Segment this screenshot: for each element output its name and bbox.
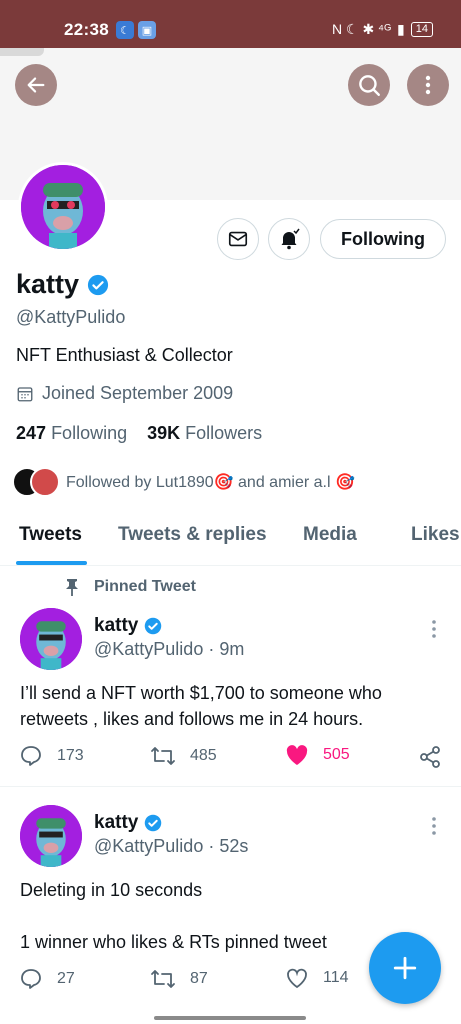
calendar-icon bbox=[17, 386, 33, 401]
banner-edge bbox=[0, 48, 44, 56]
ape-avatar-image bbox=[21, 165, 105, 249]
tweet-author-row: katty bbox=[94, 615, 162, 637]
back-button[interactable] bbox=[15, 64, 57, 106]
status-time: 22:38 bbox=[64, 20, 109, 39]
bell-icon bbox=[281, 228, 300, 250]
more-vertical-icon bbox=[425, 75, 431, 95]
status-bar: 22:38 ☾ ▣ N ☾ ✱ ⁴ᴳ ▮ 14 bbox=[0, 0, 461, 48]
verified-badge-icon bbox=[87, 274, 109, 295]
moon-status-icon: ☾ bbox=[116, 21, 134, 39]
profile-bio: NFT Enthusiast & Collector bbox=[16, 345, 233, 365]
followers-stat[interactable]: 39K Followers bbox=[147, 423, 262, 444]
system-status-icons: N ☾ ✱ ⁴ᴳ bbox=[332, 21, 392, 37]
profile-name: katty bbox=[16, 269, 80, 299]
reply-action[interactable]: 173 bbox=[19, 744, 84, 768]
tweet-text-line: Deleting in 10 seconds bbox=[20, 880, 203, 900]
tweet-avatar[interactable] bbox=[20, 608, 82, 670]
tweet-text: I’ll send a NFT worth $1,700 to someone … bbox=[20, 683, 382, 729]
retweet-action[interactable]: 87 bbox=[150, 967, 208, 991]
reply-icon bbox=[21, 969, 41, 989]
active-tab-indicator bbox=[16, 561, 87, 565]
signal-icon: ▮ bbox=[397, 21, 405, 37]
tweet-text-line: 1 winner who likes & RTs pinned tweet bbox=[20, 932, 327, 952]
retweet-icon bbox=[151, 747, 175, 765]
profile-handle: @KattyPulido bbox=[16, 307, 126, 327]
ape-avatar-image bbox=[20, 608, 82, 670]
tweet-author-row: katty bbox=[94, 812, 162, 834]
followed-by-row[interactable]: Followed by Lut1890🎯 and amier a.l 🎯 bbox=[12, 466, 355, 498]
follower-avatar bbox=[30, 467, 60, 497]
reply-action[interactable]: 27 bbox=[19, 967, 75, 991]
pinned-label-row: Pinned Tweet bbox=[64, 578, 196, 596]
retweet-count: 485 bbox=[190, 747, 217, 764]
joined-text: Joined September 2009 bbox=[42, 383, 234, 403]
verified-badge-icon bbox=[145, 814, 162, 832]
tweet-more-icon[interactable] bbox=[431, 817, 437, 835]
followed-by-text: Followed by Lut1890🎯 and amier a.l 🎯 bbox=[66, 474, 355, 491]
share-icon[interactable] bbox=[418, 745, 442, 769]
ape-avatar-image bbox=[20, 805, 82, 867]
tweet-handle-time: @KattyPulido · 9m bbox=[94, 639, 245, 659]
search-button[interactable] bbox=[348, 64, 390, 106]
tab-tweets[interactable]: Tweets bbox=[19, 524, 82, 546]
profile-name-row: katty bbox=[16, 269, 109, 300]
tweet-avatar[interactable] bbox=[20, 805, 82, 867]
retweet-icon bbox=[151, 970, 175, 988]
follow-stats: 247 Following 39K Followers bbox=[16, 423, 262, 444]
tweet-more-icon[interactable] bbox=[431, 620, 437, 638]
pinned-label: Pinned Tweet bbox=[94, 578, 196, 595]
retweet-action[interactable]: 485 bbox=[150, 744, 217, 768]
status-right: N ☾ ✱ ⁴ᴳ ▮ 14 bbox=[332, 21, 433, 38]
tab-tweets-replies[interactable]: Tweets & replies bbox=[118, 524, 267, 546]
reply-icon bbox=[21, 746, 41, 766]
like-action[interactable]: 114 bbox=[285, 967, 349, 989]
reply-count: 27 bbox=[57, 970, 75, 987]
notifications-button[interactable] bbox=[268, 218, 310, 260]
tweet-handle-time: @KattyPulido · 52s bbox=[94, 836, 249, 856]
heart-icon bbox=[287, 968, 307, 989]
tweet-author-name: katty bbox=[94, 812, 139, 833]
back-arrow-icon bbox=[27, 77, 45, 93]
following-button[interactable]: Following bbox=[320, 219, 446, 259]
reply-count: 173 bbox=[57, 747, 84, 764]
following-stat[interactable]: 247 Following bbox=[16, 423, 127, 444]
verified-badge-icon bbox=[145, 617, 162, 635]
compose-tweet-button[interactable] bbox=[369, 932, 441, 1004]
joined-date: Joined September 2009 bbox=[16, 383, 233, 404]
tweet-author-name: katty bbox=[94, 615, 139, 636]
app-status-icon: ▣ bbox=[138, 21, 156, 39]
retweet-count: 87 bbox=[190, 970, 208, 987]
search-icon bbox=[359, 75, 380, 96]
battery-icon: 14 bbox=[410, 22, 433, 37]
pin-icon bbox=[66, 579, 78, 596]
mail-icon bbox=[228, 231, 248, 247]
message-button[interactable] bbox=[217, 218, 259, 260]
more-options-button[interactable] bbox=[407, 64, 449, 106]
like-count: 505 bbox=[323, 746, 350, 763]
tweet-divider bbox=[0, 786, 461, 787]
heart-icon bbox=[286, 745, 308, 765]
plus-icon bbox=[393, 956, 417, 980]
tab-likes[interactable]: Likes bbox=[411, 524, 460, 546]
like-action[interactable]: 505 bbox=[285, 744, 350, 766]
like-count: 114 bbox=[323, 969, 349, 986]
home-indicator[interactable] bbox=[154, 1016, 306, 1020]
profile-avatar[interactable] bbox=[18, 162, 108, 252]
tab-media[interactable]: Media bbox=[303, 524, 357, 546]
